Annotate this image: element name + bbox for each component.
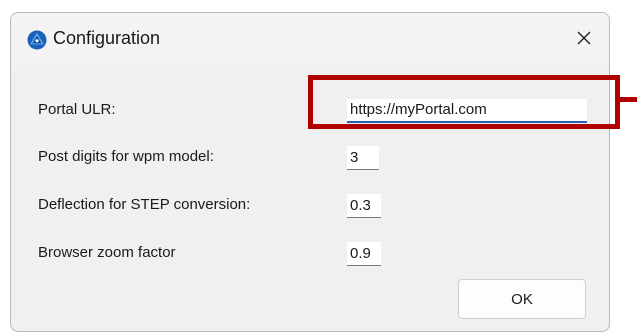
ok-button[interactable]: OK [458,279,586,319]
browser-zoom-input[interactable] [347,242,381,266]
post-digits-label: Post digits for wpm model: [38,148,214,165]
deflection-input[interactable] [347,194,381,218]
deflection-label: Deflection for STEP conversion: [38,196,251,213]
browser-zoom-label: Browser zoom factor [38,244,176,261]
close-button[interactable] [559,13,609,63]
highlight-annotation-line [615,97,637,102]
screenshot-canvas: Configuration Portal ULR: Post digits fo… [0,0,637,333]
configuration-dialog: Configuration Portal ULR: Post digits fo… [10,12,610,332]
portal-url-input[interactable] [347,99,587,123]
dialog-title: Configuration [53,28,161,48]
close-icon [577,31,591,45]
post-digits-input[interactable] [347,146,379,170]
app-logo-icon [27,30,47,50]
title-bar[interactable]: Configuration [11,13,609,65]
portal-url-label: Portal ULR: [38,101,116,118]
